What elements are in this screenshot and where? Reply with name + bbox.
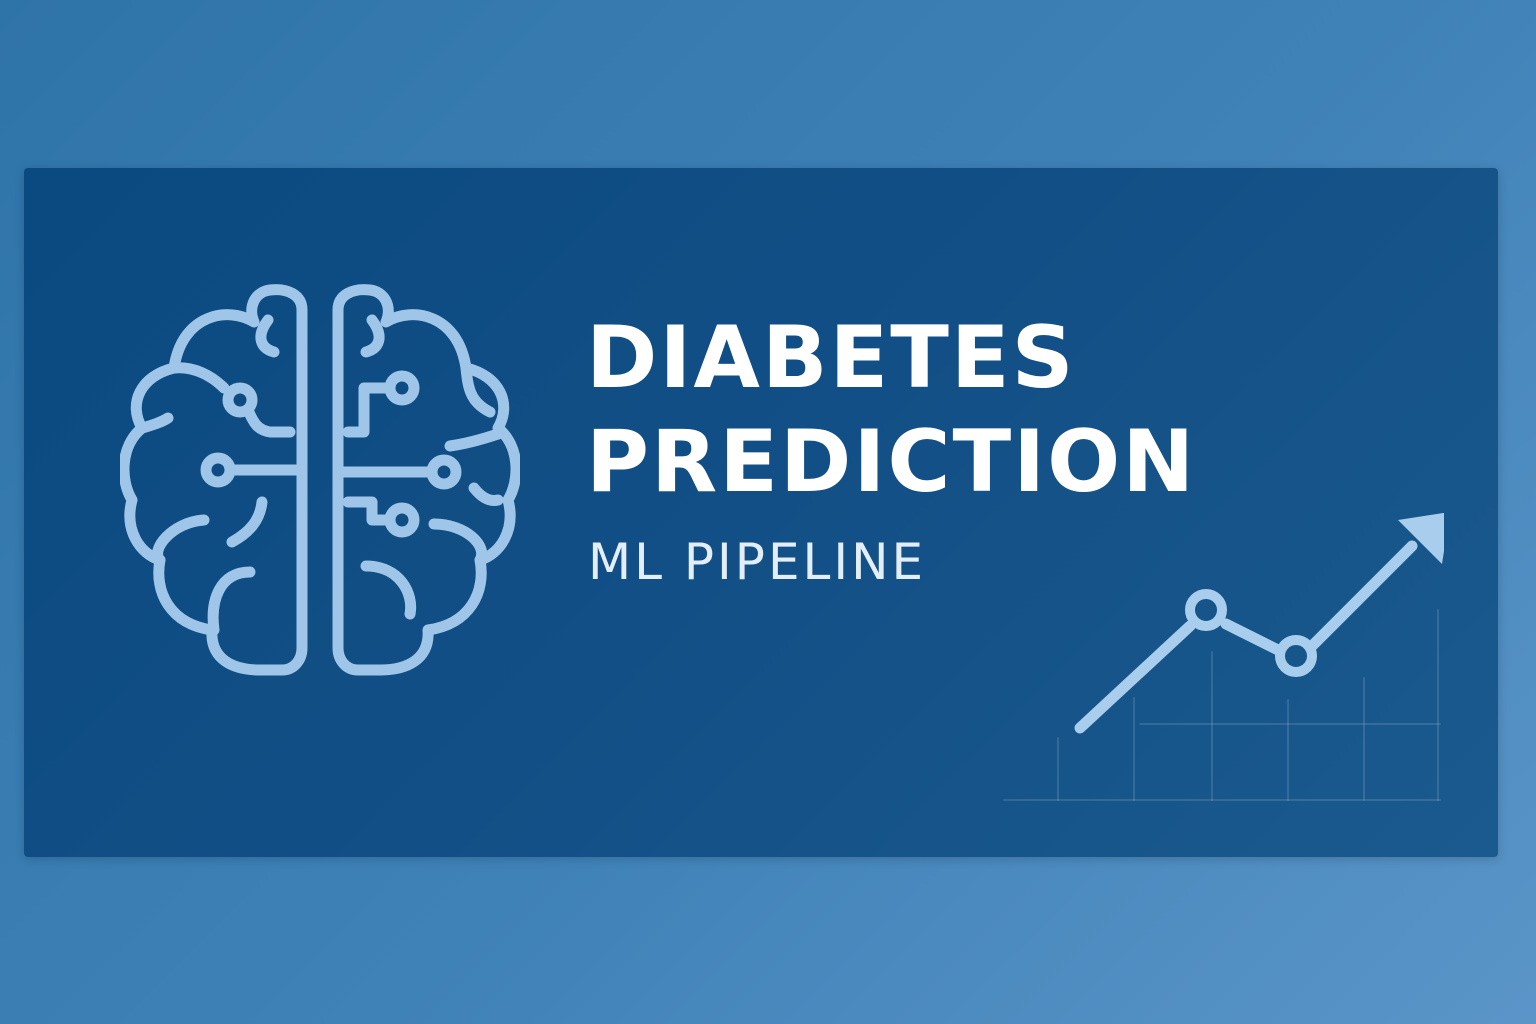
trend-line <box>1074 540 1418 734</box>
trending-up-chart-icon <box>1003 512 1444 801</box>
chart-point <box>1275 635 1317 677</box>
page-title: DIABETES PREDICTION <box>586 306 1196 514</box>
chart-grid <box>1003 609 1441 801</box>
brain-circuit-icon <box>120 284 520 676</box>
banner: DIABETES PREDICTION ML PIPELINE <box>24 168 1498 857</box>
subtitle: ML PIPELINE <box>588 533 927 591</box>
title-line-1: DIABETES <box>586 308 1076 408</box>
chart-point <box>1185 589 1227 631</box>
